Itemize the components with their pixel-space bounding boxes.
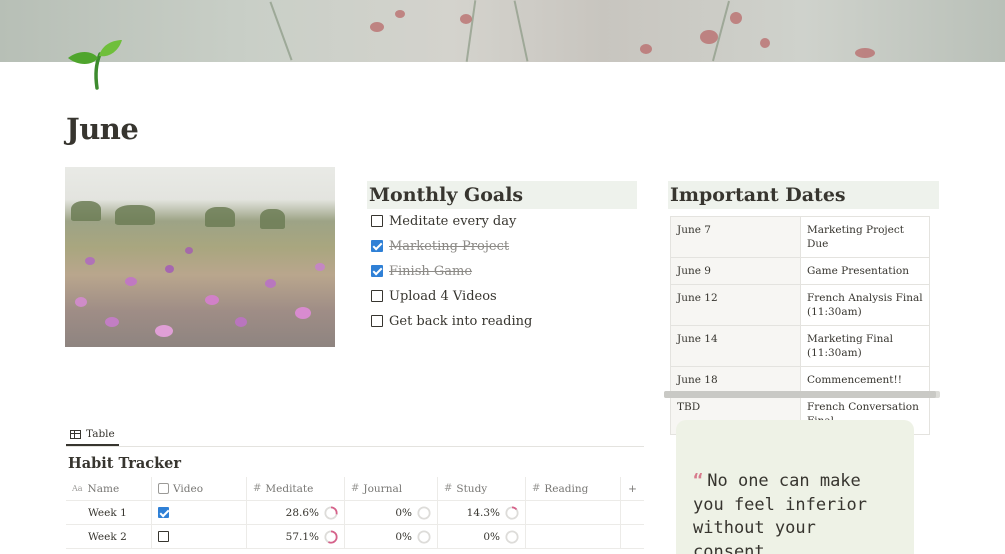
column-header-meditate[interactable]: # Meditate xyxy=(247,477,345,500)
column-header-name[interactable]: Aa Name xyxy=(66,477,152,500)
table-row: Week 2 57.1% 0% 0% xyxy=(66,525,644,549)
page-title: June xyxy=(66,112,139,146)
row-name-cell[interactable]: Week 2 xyxy=(66,525,152,548)
hash-icon: # xyxy=(444,483,453,494)
table-row: Week 1 28.6% 0% 14.3% xyxy=(66,501,644,525)
row-name: Week 1 xyxy=(88,506,127,519)
habit-tracker-table: Aa Name Video # Meditate # Journal # Study #… xyxy=(66,477,644,549)
date-cell[interactable]: June 9 xyxy=(670,257,801,285)
date-row: June 14 Marketing Final (11:30am) xyxy=(670,325,930,367)
progress-ring-icon xyxy=(505,505,519,520)
text-aa-icon: Aa xyxy=(72,484,83,493)
event-cell[interactable]: Marketing Project Due xyxy=(800,216,930,258)
quote-body: No one can make you feel inferior withou… xyxy=(693,471,867,554)
goal-item: Finish Game xyxy=(371,261,472,281)
goal-item: Upload 4 Videos xyxy=(371,286,497,306)
date-row: June 9 Game Presentation xyxy=(670,257,930,285)
flower-field-photo xyxy=(65,167,335,347)
goal-label[interactable]: Get back into reading xyxy=(389,314,532,329)
scrollbar-thumb[interactable] xyxy=(664,391,936,398)
reading-cell[interactable] xyxy=(526,501,621,524)
goal-label[interactable]: Finish Game xyxy=(389,264,472,279)
column-header-study[interactable]: # Study xyxy=(438,477,526,500)
video-cell[interactable] xyxy=(152,525,247,548)
goal-checkbox[interactable] xyxy=(371,265,383,277)
column-header-video[interactable]: Video xyxy=(152,477,247,500)
table-header-row: Aa Name Video # Meditate # Journal # Study #… xyxy=(66,477,644,501)
goal-checkbox[interactable] xyxy=(371,290,383,302)
row-name-cell[interactable]: Week 1 xyxy=(66,501,152,524)
quote-mark-icon: “ xyxy=(693,471,704,491)
horizontal-scrollbar[interactable] xyxy=(664,391,940,398)
date-cell[interactable]: June 14 xyxy=(670,325,801,367)
meditate-cell-value: 57.1% xyxy=(285,530,319,543)
hash-icon: # xyxy=(253,483,262,494)
journal-cell-value: 0% xyxy=(395,530,412,543)
date-cell[interactable]: June 12 xyxy=(670,284,801,326)
progress-ring-icon xyxy=(505,529,519,544)
goal-label[interactable]: Marketing Project xyxy=(389,239,509,254)
monthly-goals-heading: Monthly Goals xyxy=(367,181,637,209)
goal-checkbox[interactable] xyxy=(371,240,383,252)
goal-item: Get back into reading xyxy=(371,311,532,331)
add-column-button[interactable]: + xyxy=(621,477,644,500)
tab-label: Table xyxy=(86,428,115,440)
date-row: June 12 French Analysis Final (11:30am) xyxy=(670,284,930,326)
goal-checkbox[interactable] xyxy=(371,315,383,327)
study-cell-value: 0% xyxy=(483,530,500,543)
progress-ring-icon xyxy=(324,505,338,520)
goal-item: Marketing Project xyxy=(371,236,509,256)
table-icon xyxy=(70,429,81,439)
column-header-journal[interactable]: # Journal xyxy=(345,477,438,500)
journal-cell[interactable]: 0% xyxy=(345,501,438,524)
quote-text: “No one can make you feel inferior witho… xyxy=(693,470,893,554)
event-cell[interactable]: French Analysis Final (11:30am) xyxy=(800,284,930,326)
date-cell[interactable]: June 7 xyxy=(670,216,801,258)
row-name: Week 2 xyxy=(88,530,127,543)
meditate-cell[interactable]: 28.6% xyxy=(247,501,345,524)
study-cell[interactable]: 0% xyxy=(438,525,526,548)
date-cell[interactable]: June 18 xyxy=(670,366,801,394)
empty-cell xyxy=(621,525,644,548)
empty-cell xyxy=(621,501,644,524)
journal-cell[interactable]: 0% xyxy=(345,525,438,548)
column-header-reading[interactable]: # Reading xyxy=(526,477,621,500)
hash-icon: # xyxy=(532,483,541,494)
quote-callout: “No one can make you feel inferior witho… xyxy=(676,420,914,554)
date-row: June 18 Commencement!! xyxy=(670,366,930,394)
database-title[interactable]: Habit Tracker xyxy=(68,455,181,472)
event-cell[interactable]: Commencement!! xyxy=(800,366,930,394)
meditate-cell[interactable]: 57.1% xyxy=(247,525,345,548)
goal-checkbox[interactable] xyxy=(371,215,383,227)
journal-cell-value: 0% xyxy=(395,506,412,519)
important-dates-heading: Important Dates xyxy=(668,181,939,209)
meditate-cell-value: 28.6% xyxy=(285,506,319,519)
video-cell[interactable] xyxy=(152,501,247,524)
date-row: June 7 Marketing Project Due xyxy=(670,216,930,258)
progress-ring-icon xyxy=(417,505,431,520)
checkbox-icon xyxy=(158,483,169,494)
goal-label[interactable]: Meditate every day xyxy=(389,214,516,229)
study-cell-value: 14.3% xyxy=(466,506,500,519)
progress-ring-icon xyxy=(417,529,431,544)
reading-cell[interactable] xyxy=(526,525,621,548)
goal-item: Meditate every day xyxy=(371,211,516,231)
video-checkbox[interactable] xyxy=(158,531,169,542)
cover-image xyxy=(0,0,1005,62)
hash-icon: # xyxy=(351,483,360,494)
event-cell[interactable]: Game Presentation xyxy=(800,257,930,285)
study-cell[interactable]: 14.3% xyxy=(438,501,526,524)
tab-divider xyxy=(66,446,644,447)
progress-ring-icon xyxy=(324,529,338,544)
tab-table-view[interactable]: Table xyxy=(66,424,119,446)
seedling-icon[interactable] xyxy=(64,34,124,90)
important-dates-table: June 7 Marketing Project Due June 9 Game Pr… xyxy=(670,216,930,435)
event-cell[interactable]: Marketing Final (11:30am) xyxy=(800,325,930,367)
video-checkbox[interactable] xyxy=(158,507,169,518)
goal-label[interactable]: Upload 4 Videos xyxy=(389,289,497,304)
